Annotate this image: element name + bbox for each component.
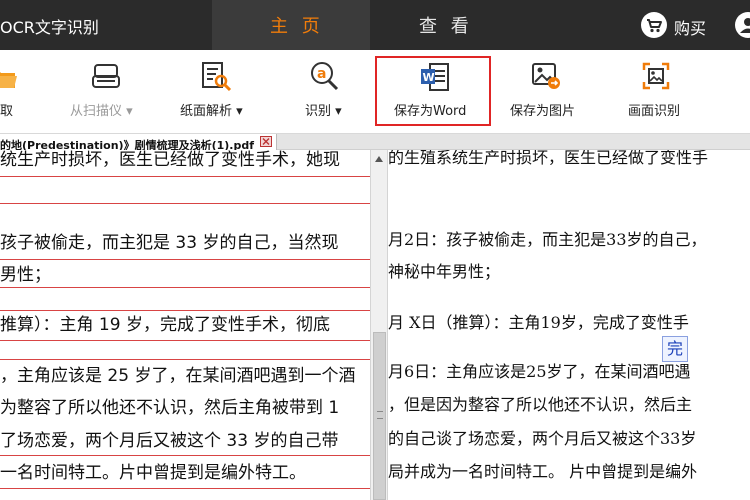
document-tab[interactable]: 的地(Predestination)》剧情梳理及浅析(1).pdf <box>0 134 278 152</box>
save-word-button[interactable]: W 保存为Word <box>375 56 491 126</box>
source-line: 孩子被偷走，而主犯是 33 岁的自己，当然现 <box>0 233 339 253</box>
toolbar: 取 从扫描仪 ▾ 纸面解析 ▾ a 识别 ▾ W 保存为Word 保存为图片 画… <box>0 50 750 134</box>
recognized-line: 月 X日（推算）：主角19岁，完成了变性手 <box>388 313 689 332</box>
page-analysis-label: 纸面解析 ▾ <box>180 104 243 119</box>
recognized-line: ，但是因为整容了所以他还不认识，然后主 <box>388 395 693 414</box>
recognize-label: 识别 ▾ <box>305 104 342 119</box>
open-label: 取 <box>0 104 14 119</box>
top-bar: OCR文字识别 主 页 查 看 购买 <box>0 0 750 50</box>
recognized-line: 的自己谈了场恋爱，两个月后又被这个33岁 <box>388 429 697 448</box>
source-line: 推算）：主角 19 岁，完成了变性手术，彻底 <box>0 315 330 335</box>
grip-icon <box>377 411 383 419</box>
word-icon: W <box>421 63 449 91</box>
red-rule <box>0 488 370 489</box>
scanner-icon <box>92 64 120 88</box>
screen-capture-button[interactable]: 画面识别 <box>624 50 688 134</box>
recognized-text-pane[interactable]: 的生殖系统生产时损坏，医生已经做了变性手 月2日：孩子被偷走，而主犯是33岁的自… <box>388 150 750 500</box>
close-icon[interactable] <box>260 136 273 147</box>
app-title: OCR文字识别 <box>0 18 99 37</box>
recognized-line: 局并成为一名时间特工。 片中曾提到是编外 <box>388 462 698 481</box>
tab-home[interactable]: 主 页 <box>270 12 324 38</box>
red-rule <box>0 287 370 288</box>
save-word-label: 保存为Word <box>394 104 467 119</box>
scanner-label: 从扫描仪 ▾ <box>70 104 133 119</box>
document-tab-strip: 的地(Predestination)》剧情梳理及浅析(1).pdf <box>0 134 750 152</box>
source-line: 了场恋爱，两个月后又被这个 33 岁的自己带 <box>0 431 339 451</box>
open-folder-icon <box>0 72 17 88</box>
scroll-thumb[interactable] <box>373 332 386 500</box>
svg-text:a: a <box>317 66 326 82</box>
buy-button[interactable]: 购买 <box>674 15 706 39</box>
red-rule <box>0 359 370 360</box>
screen-capture-icon <box>642 62 670 90</box>
scroll-up-arrow-icon[interactable] <box>375 156 383 162</box>
red-rule <box>0 455 370 456</box>
user-icon[interactable] <box>735 12 750 38</box>
source-line: 统生产时损坏，医生已经做了变性手术，她现 <box>0 150 340 170</box>
source-line: 男性； <box>0 265 51 285</box>
red-rule <box>0 310 370 311</box>
save-image-icon <box>532 63 560 89</box>
red-rule <box>0 176 370 177</box>
svg-text:W: W <box>423 71 435 84</box>
save-image-label: 保存为图片 <box>510 104 576 119</box>
recognized-line: 的生殖系统生产时损坏，医生已经做了变性手 <box>388 150 709 167</box>
tab-view[interactable]: 查 看 <box>419 12 473 38</box>
recognize-icon: a <box>311 62 339 91</box>
recognized-line: 神秘中年男性； <box>388 262 501 281</box>
source-line: ，主角应该是 25 岁了，在某间酒吧遇到一个酒 <box>0 366 356 386</box>
open-button[interactable]: 取 <box>0 50 34 134</box>
red-rule <box>0 259 370 260</box>
page-analysis-icon <box>202 62 232 92</box>
source-line: 为整容了所以他还不认识，然后主角被带到 1 <box>0 398 340 418</box>
recognized-line: 月6日：主角应该是25岁了，在某间酒吧遇 <box>388 362 691 381</box>
page-analysis-button[interactable]: 纸面解析 ▾ <box>172 50 262 134</box>
source-line: 一名时间特工。片中曾提到是编外特工。 <box>0 463 306 483</box>
red-rule <box>0 203 370 204</box>
save-image-button[interactable]: 保存为图片 <box>506 50 586 134</box>
scanner-button[interactable]: 从扫描仪 ▾ <box>62 50 152 134</box>
recognized-line: 月2日：孩子被偷走，而主犯是33岁的自己， <box>388 230 707 249</box>
recognize-button[interactable]: a 识别 ▾ <box>290 50 360 134</box>
source-document-pane[interactable]: 统生产时损坏，医生已经做了变性手术，她现 孩子被偷走，而主犯是 33 岁的自己，… <box>0 150 370 500</box>
vertical-scrollbar[interactable] <box>370 150 388 500</box>
screen-capture-label: 画面识别 <box>628 104 681 119</box>
red-rule <box>0 340 370 341</box>
character-suggestion-popup[interactable]: 完 <box>662 336 688 362</box>
cart-icon[interactable] <box>641 12 667 38</box>
